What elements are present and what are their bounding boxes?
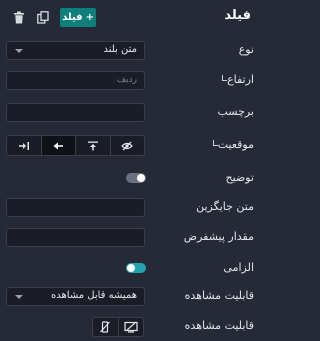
add-field-label: فیلد — [62, 12, 83, 23]
visibility-devices-label: قابلیت مشاهده — [184, 319, 254, 332]
tag-input[interactable] — [6, 103, 145, 122]
position-right-button[interactable] — [7, 136, 42, 155]
toggle-knob — [137, 174, 145, 182]
visibility-select-value: همیشه قابل مشاهده — [51, 290, 137, 301]
description-toggle[interactable] — [126, 173, 146, 183]
position-hidden-button[interactable] — [111, 136, 145, 155]
required-toggle[interactable] — [126, 263, 146, 273]
row-height: ارتفاع ردیف — [0, 70, 266, 92]
default-value-input[interactable] — [6, 228, 145, 247]
position-left-button[interactable] — [41, 136, 76, 155]
chevron-down-icon — [15, 295, 23, 299]
hide-on-mobile-button[interactable] — [93, 318, 119, 336]
position-label: موقعیت — [210, 138, 254, 151]
row-required: الزامی — [0, 258, 266, 278]
visibility-label: قابلیت مشاهده — [184, 289, 254, 302]
required-label: الزامی — [223, 261, 254, 274]
align-top-arrow-icon — [87, 141, 98, 150]
duplicate-icon[interactable] — [36, 10, 50, 24]
align-right-arrow-icon — [18, 141, 29, 150]
tag-label: برچسب — [217, 105, 254, 118]
toggle-knob — [127, 264, 135, 272]
position-top-button[interactable] — [76, 136, 111, 155]
height-input[interactable]: ردیف — [6, 71, 145, 90]
placeholder-text-label: متن جایگزین — [196, 200, 254, 213]
arrow-left-icon — [53, 142, 64, 149]
height-input-placeholder: ردیف — [116, 75, 137, 85]
row-type: نوع متن بلند — [0, 40, 266, 62]
height-label: ارتفاع — [219, 73, 254, 86]
mobile-slash-icon — [100, 321, 111, 333]
add-field-button[interactable]: + فیلد — [60, 8, 96, 27]
chevron-down-icon — [15, 49, 23, 53]
panel-header: + فیلد فیلد — [0, 0, 266, 34]
type-select-value: متن بلند — [103, 44, 137, 55]
panel-title: فیلد — [224, 8, 251, 23]
add-plus-icon: + — [85, 12, 94, 23]
visibility-select[interactable]: همیشه قابل مشاهده — [6, 287, 145, 306]
description-label: توضیح — [225, 171, 254, 184]
row-visibility: قابلیت مشاهده همیشه قابل مشاهده — [0, 286, 266, 308]
desktop-slash-icon — [124, 321, 138, 333]
row-placeholder-text: متن جایگزین — [0, 197, 266, 219]
row-description: توضیح — [0, 168, 266, 188]
default-value-label: مقدار پیشفرض — [183, 230, 254, 243]
device-visibility-group — [92, 317, 144, 337]
type-label: نوع — [238, 43, 254, 56]
hide-on-desktop-button[interactable] — [119, 318, 144, 336]
trash-icon[interactable] — [12, 10, 26, 24]
position-button-group — [6, 135, 145, 156]
row-default-value: مقدار پیشفرض — [0, 227, 266, 249]
placeholder-text-input[interactable] — [6, 198, 145, 217]
row-position: موقعیت — [0, 134, 266, 158]
row-tag: برچسب — [0, 102, 266, 124]
type-select[interactable]: متن بلند — [6, 41, 145, 60]
row-visibility-devices: قابلیت مشاهده — [0, 316, 266, 338]
eye-slash-icon — [121, 141, 134, 150]
